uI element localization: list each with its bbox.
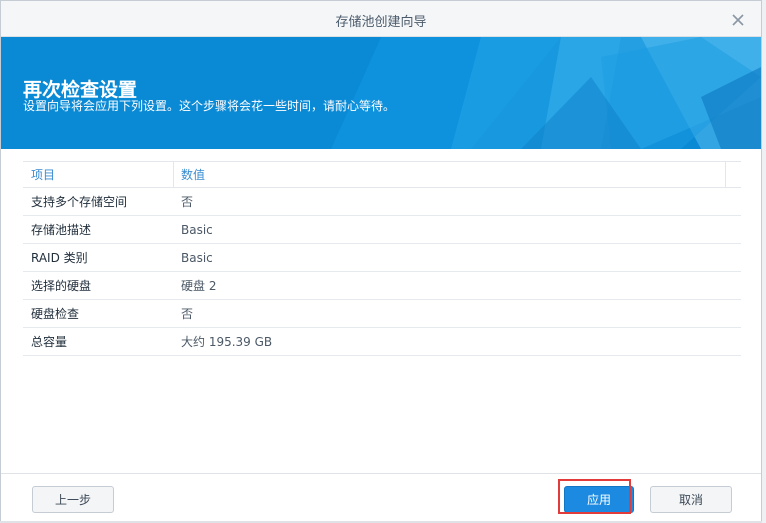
settings-table: 项目 数值 支持多个存储空间 否 存储池描述 Basic RAID 类别 Bas… xyxy=(23,161,741,356)
cancel-button[interactable]: 取消 xyxy=(650,486,732,513)
wizard-window: 存储池创建向导 再次检查设置 设置向导将会应用下列设置。这个步骤将会花一些时间，… xyxy=(0,0,762,521)
row-item-label: 选择的硬盘 xyxy=(31,279,92,293)
wizard-footer: 上一步 应用 取消 xyxy=(1,473,761,521)
table-row[interactable]: 选择的硬盘 硬盘 2 xyxy=(23,272,741,300)
row-item-label: 总容量 xyxy=(31,335,68,349)
window-title: 存储池创建向导 xyxy=(335,15,427,30)
row-value: 否 xyxy=(181,195,194,209)
close-icon xyxy=(732,14,744,26)
previous-button[interactable]: 上一步 xyxy=(32,486,114,513)
table-row[interactable]: 支持多个存储空间 否 xyxy=(23,188,741,216)
header-banner: 再次检查设置 设置向导将会应用下列设置。这个步骤将会花一些时间，请耐心等待。 xyxy=(1,37,761,149)
row-item-label: 硬盘检查 xyxy=(31,307,80,321)
row-item-label: 存储池描述 xyxy=(31,223,92,237)
row-item-label: RAID 类别 xyxy=(31,251,88,265)
column-header-value[interactable]: 数值 xyxy=(181,162,205,187)
page-subtitle: 设置向导将会应用下列设置。这个步骤将会花一些时间，请耐心等待。 xyxy=(23,99,396,113)
background-gutter xyxy=(762,0,766,523)
row-value: Basic xyxy=(181,250,213,265)
table-row[interactable]: 硬盘检查 否 xyxy=(23,300,741,328)
row-value: 硬盘 2 xyxy=(181,279,217,293)
row-value: Basic xyxy=(181,222,213,237)
row-value: 否 xyxy=(181,307,194,321)
row-item-label: 支持多个存储空间 xyxy=(31,195,128,209)
table-row[interactable]: 存储池描述 Basic xyxy=(23,216,741,244)
column-header-item[interactable]: 项目 xyxy=(31,162,55,187)
apply-button[interactable]: 应用 xyxy=(564,486,634,513)
table-row[interactable]: 总容量 大约 195.39 GB xyxy=(23,328,741,356)
close-button[interactable] xyxy=(727,9,749,31)
title-bar: 存储池创建向导 xyxy=(1,1,761,37)
row-value: 大约 195.39 GB xyxy=(181,335,273,349)
table-row[interactable]: RAID 类别 Basic xyxy=(23,244,741,272)
table-header: 项目 数值 xyxy=(23,161,741,188)
